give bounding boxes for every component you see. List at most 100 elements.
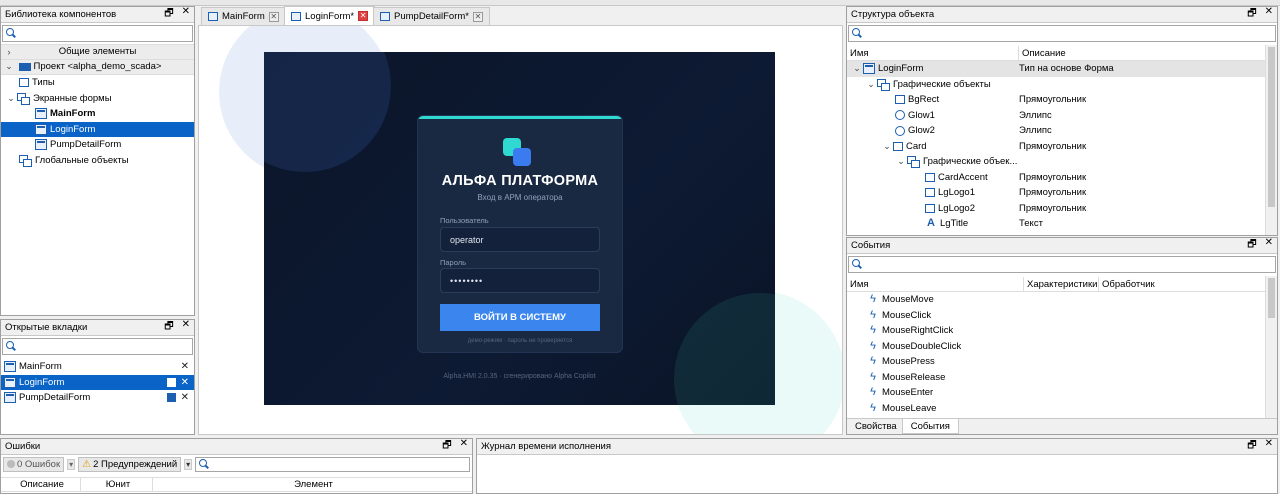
text-icon: A [927,217,935,230]
save-icon[interactable] [167,377,176,387]
form-icon [291,11,301,21]
col-unit[interactable]: Юнит [81,478,153,491]
search-icon [852,259,861,268]
errors-filter-button[interactable]: 0 Ошибок [3,456,65,472]
chevron-down-icon: ⌄ [7,92,15,103]
chevron-down-icon[interactable]: ▾ [184,458,193,470]
lightning-icon: ϟ [870,401,876,414]
structure-row[interactable]: CardAccent Прямоугольник [847,170,1277,186]
close-icon[interactable]: ✕ [1265,7,1273,23]
col-name[interactable]: Имя [847,277,1024,291]
open-tab-loginform[interactable]: LoginForm ✕ [1,374,194,390]
structure-row[interactable]: Glow1 Эллипс [847,108,1277,124]
pane-title: Журнал времени исполнения [481,441,611,452]
warning-icon: ⚠ [82,458,92,470]
close-icon[interactable]: ✕ [358,11,369,21]
warnings-filter-button[interactable]: ⚠ 2 Предупреждений [78,456,182,472]
open-tab-mainform[interactable]: MainForm ✕ [1,359,194,375]
tree-item-globals[interactable]: Глобальные объекты [1,153,194,169]
structure-row[interactable]: ⌄ Графические объекты [847,77,1277,93]
float-icon[interactable]: 🗗 [442,438,451,455]
doc-tab-mainform[interactable]: MainForm ✕ [201,7,286,25]
tree-item-screens[interactable]: ⌄ Экранные формы [1,91,194,107]
structure-row[interactable]: ⌄ Графические объек... [847,154,1277,170]
close-icon[interactable]: ✕ [182,319,190,336]
events-search-input[interactable] [848,256,1276,273]
open-tabs-search-input[interactable] [2,338,193,355]
event-row[interactable]: ϟ MousePress [847,354,1277,370]
pane-title: Открытые вкладки [5,322,88,333]
event-row[interactable]: ϟ MouseDoubleClick [847,339,1277,355]
glow2 [674,293,775,405]
close-icon[interactable]: ✕ [181,392,189,403]
password-field[interactable]: •••••••• [440,268,600,293]
float-icon[interactable]: 🗗 [1247,7,1256,23]
search-icon [6,341,15,350]
event-row[interactable]: ϟ MouseRightClick [847,323,1277,339]
structure-scrollbar[interactable] [1265,45,1277,235]
close-icon[interactable]: ✕ [1265,438,1273,455]
structure-row[interactable]: LgLogo2 Прямоугольник [847,201,1277,217]
close-icon[interactable]: ✕ [268,11,279,22]
event-row[interactable]: ϟ MouseEnter [847,385,1277,401]
login-button[interactable]: ВОЙТИ В СИСТЕМУ [440,304,600,331]
float-icon[interactable]: 🗗 [164,6,173,23]
col-name[interactable]: Имя [847,46,1019,60]
chevron-down-icon[interactable]: ▾ [67,458,76,470]
errors-search-input[interactable] [195,456,470,472]
runtime-log-pane: Журнал времени исполнения 🗗 ✕ [476,438,1278,494]
event-row[interactable]: ϟ MouseMove [847,292,1277,308]
col-props[interactable]: Характеристики [1024,277,1099,291]
errors-pane: Ошибки 🗗 ✕ 0 Ошибок ▾ ⚠ 2 Предупреждений ▾ … [0,438,473,494]
structure-row[interactable]: A LgTitle Текст [847,216,1277,232]
event-row[interactable]: ϟ MouseClick [847,308,1277,324]
library-search-input[interactable] [2,25,193,42]
lightning-icon: ϟ [870,324,876,337]
save-icon[interactable] [167,393,176,403]
tree-item-mainform[interactable]: MainForm [1,106,194,122]
event-row[interactable]: ϟ MouseRelease [847,370,1277,386]
close-icon[interactable]: ✕ [181,377,189,388]
common-elements-header[interactable]: › Общие элементы [1,44,194,60]
events-scrollbar[interactable] [1265,276,1277,418]
open-tab-pumpdetailform[interactable]: PumpDetailForm ✕ [1,390,194,406]
tree-item-loginform[interactable]: LoginForm [1,121,194,137]
close-icon[interactable]: ✕ [460,438,468,455]
structure-search-input[interactable] [848,25,1276,42]
structure-row[interactable]: BgRect Прямоугольник [847,92,1277,108]
doc-tab-pumpdetailform[interactable]: PumpDetailForm* ✕ [373,7,490,25]
close-icon[interactable]: ✕ [472,11,483,22]
project-header[interactable]: ⌄ Проект <alpha_demo_scada> [1,59,194,75]
tab-events[interactable]: События [901,419,959,434]
login-subtitle: Вход в АРМ оператора [477,193,563,202]
float-icon[interactable]: 🗗 [1247,438,1256,455]
event-row[interactable]: ϟ MouseLeave [847,401,1277,417]
tree-item-pumpdetailform[interactable]: PumpDetailForm [1,137,194,153]
structure-row[interactable]: ⌄ Card Прямоугольник [847,139,1277,155]
tab-properties[interactable]: Свойства [850,419,902,434]
group-icon [907,156,920,169]
structure-row[interactable]: ⌄ LoginForm Тип на основе Форма [847,61,1277,77]
chevron-down-icon: ⌄ [5,61,13,72]
col-handler[interactable]: Обработчик [1099,277,1265,291]
col-desc[interactable]: Описание [1019,46,1265,60]
username-field[interactable]: operator [440,227,600,252]
col-element[interactable]: Элемент [153,478,471,491]
pane-title: Библиотека компонентов [5,9,117,20]
float-icon[interactable]: 🗗 [1247,238,1256,254]
float-icon[interactable]: 🗗 [164,319,173,336]
tree-item-types[interactable]: Типы [1,75,194,91]
lightning-icon: ϟ [870,355,876,368]
doc-tab-loginform[interactable]: LoginForm* ✕ [284,6,376,25]
col-description[interactable]: Описание [1,478,81,491]
structure-row[interactable]: Glow2 Эллипс [847,123,1277,139]
structure-row[interactable]: LgLogo1 Прямоугольник [847,185,1277,201]
close-icon[interactable]: ✕ [181,361,189,372]
search-icon [852,28,861,37]
structure-header: Имя Описание [847,46,1277,61]
close-icon[interactable]: ✕ [182,6,190,23]
login-form-canvas[interactable]: АЛЬФА ПЛАТФОРМА Вход в АРМ оператора Пол… [264,52,775,405]
close-icon[interactable]: ✕ [1265,238,1273,254]
ellipse-icon [895,125,905,136]
pane-title: Ошибки [5,441,41,452]
